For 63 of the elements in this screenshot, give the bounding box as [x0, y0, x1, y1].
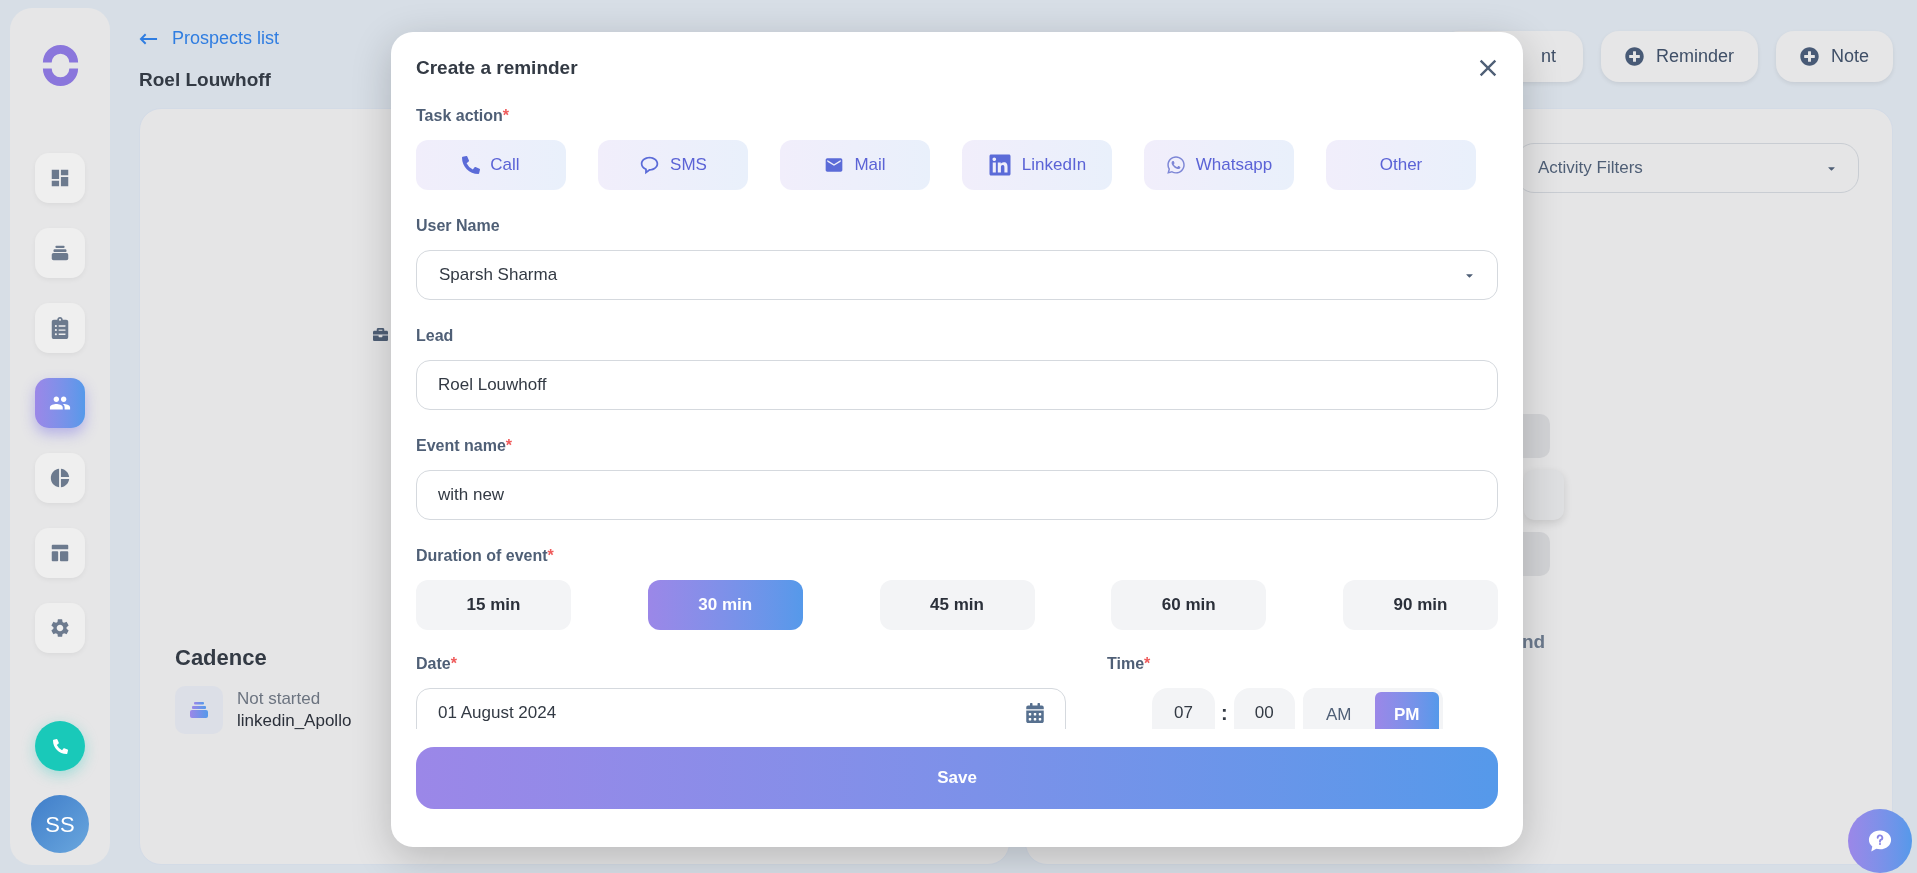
- time-separator: :: [1221, 701, 1228, 726]
- task-action-button[interactable]: SMS: [598, 140, 748, 190]
- duration-option[interactable]: 15 min: [416, 580, 571, 630]
- dashboard-icon: [49, 167, 71, 189]
- sidebar-item[interactable]: [35, 603, 85, 653]
- lead-field[interactable]: Roel Louwhoff: [416, 360, 1498, 410]
- sidebar-item[interactable]: [35, 528, 85, 578]
- hour-field[interactable]: 07: [1152, 688, 1215, 729]
- calendar-icon: [1026, 703, 1044, 723]
- action-button[interactable]: Reminder: [1600, 31, 1758, 82]
- settings-icon: [49, 617, 71, 639]
- call-button[interactable]: [35, 721, 85, 771]
- mail-icon: [824, 155, 845, 175]
- dialog-title: Create a reminder: [416, 55, 578, 80]
- meridiem-option[interactable]: AM: [1306, 692, 1371, 729]
- action-button[interactable]: Note: [1775, 31, 1893, 82]
- duration-option[interactable]: 30 min: [647, 580, 803, 630]
- duration-option[interactable]: 60 min: [1111, 580, 1267, 630]
- linkedin-icon: [987, 153, 1012, 177]
- briefcase-icon: [373, 327, 388, 342]
- event-name-field[interactable]: with new: [416, 470, 1498, 520]
- pie-chart-icon: [49, 467, 71, 489]
- user-avatar[interactable]: SS: [31, 795, 89, 853]
- date-field[interactable]: 01 August 2024: [416, 688, 1066, 729]
- user-select[interactable]: Sparsh Sharma: [416, 250, 1498, 300]
- whatsapp-icon: [1165, 155, 1186, 175]
- sidebar-item[interactable]: [35, 153, 85, 203]
- task-action-button[interactable]: Whatsapp: [1144, 140, 1294, 190]
- task-action-button[interactable]: Call: [416, 140, 566, 190]
- meridiem-option[interactable]: PM: [1374, 692, 1439, 729]
- field-label: Time*: [1107, 654, 1152, 674]
- cadence-name: linkedin_Apollo: [237, 710, 352, 732]
- plus-icon: [1799, 47, 1819, 66]
- task-action-button[interactable]: Mail: [780, 140, 930, 190]
- layout-icon: [49, 542, 71, 564]
- cadence-status: Not started: [237, 688, 322, 710]
- sidebar-item[interactable]: [35, 453, 85, 503]
- field-label: Task action*: [416, 106, 511, 126]
- sidebar-item[interactable]: [35, 378, 85, 428]
- sidebar-item[interactable]: [35, 228, 85, 278]
- plus-icon: [1624, 47, 1644, 66]
- section-title: nd: [1522, 630, 1546, 654]
- field-label: Event name*: [416, 436, 514, 456]
- prospect-name: Roel Louwhoff: [139, 68, 272, 92]
- sidebar-item[interactable]: [35, 303, 85, 353]
- back-link[interactable]: Prospects list: [139, 25, 280, 52]
- chat-icon: [639, 154, 661, 176]
- field-label: Date*: [416, 654, 458, 674]
- skeleton-block: [1524, 470, 1564, 520]
- minute-field[interactable]: 00: [1233, 688, 1295, 729]
- task-action-button[interactable]: Other: [1326, 140, 1476, 190]
- save-button[interactable]: Save: [416, 747, 1498, 809]
- phone-icon: [52, 738, 68, 754]
- clipboard-icon: [49, 317, 71, 339]
- field-label: User Name: [416, 216, 501, 236]
- duration-option[interactable]: 90 min: [1343, 580, 1498, 630]
- field-label: Duration of event*: [416, 546, 555, 566]
- task-action-button[interactable]: LinkedIn: [962, 140, 1112, 190]
- duration-option[interactable]: 45 min: [879, 580, 1035, 630]
- phone-icon: [462, 156, 481, 174]
- section-title: Cadence: [175, 644, 267, 672]
- field-label: Lead: [416, 326, 455, 346]
- back-arrow-icon: [139, 32, 158, 45]
